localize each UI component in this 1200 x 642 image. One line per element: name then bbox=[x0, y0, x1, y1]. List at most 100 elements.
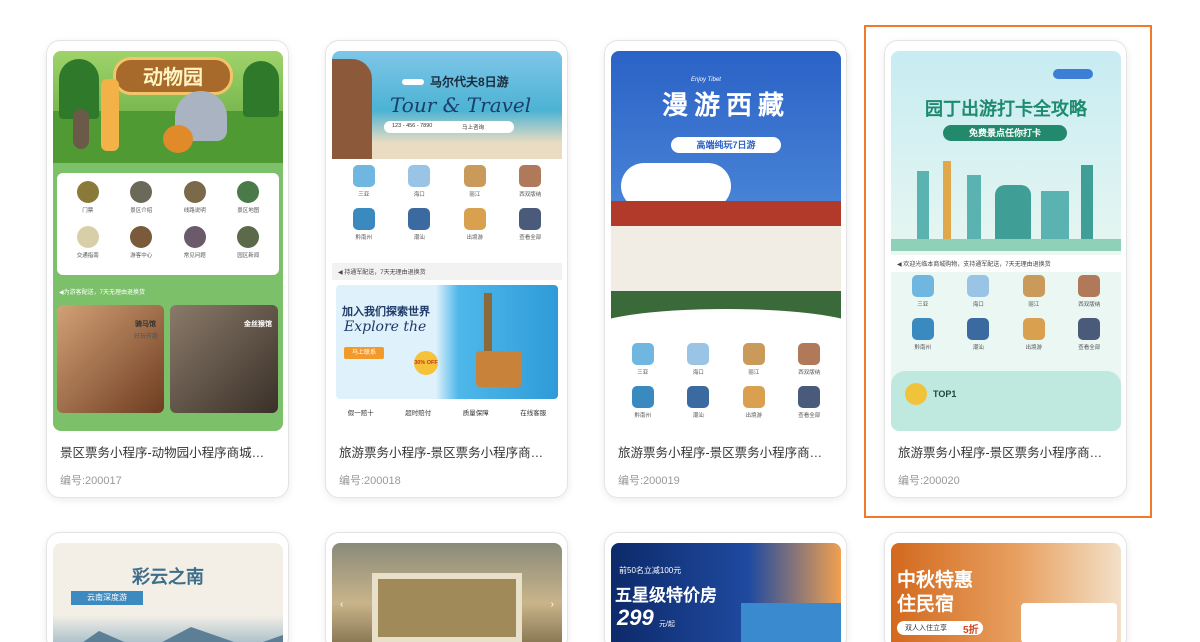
destination-sanya[interactable]: 三亚 bbox=[620, 343, 666, 376]
destination-outbound[interactable]: 出境游 bbox=[452, 208, 498, 241]
template-card-museum[interactable]: ‹ › bbox=[325, 532, 568, 642]
haikou-icon bbox=[687, 343, 710, 365]
arrow-left-icon[interactable]: ‹ bbox=[340, 599, 343, 610]
map-icon bbox=[237, 181, 260, 203]
banner-title: 马尔代夫8日游 bbox=[430, 75, 509, 89]
banner-price: 299 bbox=[617, 605, 654, 630]
destination-lijiang[interactable]: 丽江 bbox=[452, 165, 498, 198]
promo-title: 加入我们探索世界 bbox=[342, 306, 430, 318]
template-card-homestay[interactable]: 中秋特惠 住民宿 双人入住立享 5折 bbox=[884, 532, 1127, 642]
chaoshan-icon bbox=[408, 208, 431, 230]
destination-xishuangbanna[interactable]: 西双版纳 bbox=[507, 165, 553, 198]
banner-script: Tour & Travel bbox=[390, 93, 532, 117]
template-title[interactable]: 旅游票务小程序-景区票务小程序商城模板 bbox=[618, 442, 833, 461]
promo-banner[interactable]: 加入我们探索世界 Explore the 马上联系 30% OFF bbox=[336, 285, 558, 399]
qiannan-icon bbox=[352, 208, 375, 230]
guarantee-quality: 质量保障 bbox=[462, 410, 489, 417]
guarantee-timeout: 超时赔付 bbox=[405, 410, 432, 417]
banner-discount: 5折 bbox=[963, 625, 979, 636]
bed-illustration bbox=[1021, 603, 1117, 642]
destination-qiannan[interactable]: 黔南州 bbox=[341, 208, 387, 241]
category-faq[interactable]: 常见问题 bbox=[172, 226, 218, 259]
template-preview: Enjoy Tibet 漫游西藏 高端纯玩7日游 三亚 海口 丽江 西双版纳 黔… bbox=[611, 51, 841, 431]
view-all-icon bbox=[519, 208, 542, 230]
outbound-icon bbox=[742, 386, 765, 408]
destination-qiannan[interactable]: 黔南州 bbox=[620, 386, 666, 419]
category-ticket[interactable]: 门票 bbox=[65, 181, 111, 214]
cliff-illustration bbox=[332, 59, 372, 159]
xishuangbanna-icon bbox=[798, 343, 821, 365]
banner-title: 中秋特惠 bbox=[897, 570, 974, 591]
arrow-right-icon[interactable]: › bbox=[551, 599, 554, 610]
maldives-banner: 马尔代夫8日游 Tour & Travel 123 - 456 - 7890 马… bbox=[332, 51, 562, 159]
template-card-200017[interactable]: 动物园 门票 景区介绍 线路说明 景区地图 交通指南 游客中心 常见问题 园区新… bbox=[46, 40, 289, 498]
destination-haikou[interactable]: 海口 bbox=[396, 165, 442, 198]
destination-all[interactable]: 查看全部 bbox=[786, 386, 832, 419]
template-preview: 动物园 门票 景区介绍 线路说明 景区地图 交通指南 游客中心 常见问题 园区新… bbox=[53, 51, 283, 431]
animal-name: 金丝猴馆 bbox=[244, 321, 272, 328]
template-title[interactable]: 旅游票务小程序-景区票务小程序商城模板 bbox=[339, 442, 554, 461]
destination-chaoshan[interactable]: 潮汕 bbox=[396, 208, 442, 241]
category-route[interactable]: 线路说明 bbox=[172, 181, 218, 214]
gallery-illustration bbox=[372, 573, 522, 642]
template-title[interactable]: 景区票务小程序-动物园小程序商城模板 bbox=[60, 442, 275, 461]
ticket-icon bbox=[76, 181, 99, 203]
destination-haikou[interactable]: 海口 bbox=[675, 343, 721, 376]
intro-icon bbox=[130, 181, 153, 203]
template-card-yunnan[interactable]: 彩云之南 云南深度游 bbox=[46, 532, 289, 642]
category-news[interactable]: 园区新闻 bbox=[225, 226, 271, 259]
banner-title: 漫游西藏 bbox=[661, 91, 790, 121]
template-preview: 彩云之南 云南深度游 bbox=[53, 543, 283, 642]
guarantee-fake: 假一赔十 bbox=[347, 410, 374, 417]
template-card-200019[interactable]: Enjoy Tibet 漫游西藏 高端纯玩7日游 三亚 海口 丽江 西双版纳 黔… bbox=[604, 40, 847, 498]
notice-bar: ◀为游客配送，7天无理由退换货 bbox=[53, 283, 283, 300]
view-all-icon bbox=[798, 386, 821, 408]
mountain-illustration bbox=[53, 627, 283, 642]
banner-sub: 云南深度游 bbox=[71, 591, 143, 605]
xishuangbanna-icon bbox=[519, 165, 542, 187]
banner-cta[interactable]: 马上咨询 bbox=[462, 123, 484, 131]
promo-script: Explore the bbox=[344, 319, 427, 335]
animal-card-horse[interactable]: 骑马馆 好玩有趣 bbox=[57, 305, 164, 413]
banner-phone: 123 - 456 - 7890 bbox=[392, 123, 433, 129]
banner-sub: 双人入住立享 bbox=[905, 625, 947, 632]
banner-sub: 高端纯玩7日游 bbox=[671, 137, 781, 153]
template-card-hotel[interactable]: 前50名立减100元 五星级特价房 299 元/起 bbox=[604, 532, 847, 642]
potala-palace-illustration bbox=[611, 201, 841, 301]
destination-outbound[interactable]: 出境游 bbox=[731, 386, 777, 419]
banner-title: 五星级特价房 bbox=[615, 586, 717, 605]
qiannan-icon bbox=[631, 386, 654, 408]
animal-card-monkey[interactable]: 金丝猴馆 bbox=[170, 305, 278, 413]
destination-lijiang[interactable]: 丽江 bbox=[731, 343, 777, 376]
sanya-icon bbox=[352, 165, 375, 187]
guarantee-bar: 假一赔十 超时赔付 质量保障 在线客服 bbox=[332, 407, 562, 417]
selected-card-highlight bbox=[864, 25, 1152, 518]
category-map[interactable]: 景区地图 bbox=[225, 181, 271, 214]
template-preview: 马尔代夫8日游 Tour & Travel 123 - 456 - 7890 马… bbox=[332, 51, 562, 431]
discount-badge: 30% OFF bbox=[414, 351, 438, 375]
destination-sanya[interactable]: 三亚 bbox=[341, 165, 387, 198]
lijiang-icon bbox=[742, 343, 765, 365]
template-code: 编号:200017 bbox=[60, 475, 122, 487]
banner-title2: 住民宿 bbox=[897, 594, 955, 615]
suitcase-illustration bbox=[476, 351, 522, 387]
destination-xishuangbanna[interactable]: 西双版纳 bbox=[786, 343, 832, 376]
chaoshan-icon bbox=[687, 386, 710, 408]
haikou-icon bbox=[408, 165, 431, 187]
animal-desc: 好玩有趣 bbox=[133, 334, 158, 340]
news-icon bbox=[237, 226, 260, 248]
destination-chaoshan[interactable]: 潮汕 bbox=[675, 386, 721, 419]
destination-all[interactable]: 查看全部 bbox=[507, 208, 553, 241]
category-intro[interactable]: 景区介绍 bbox=[118, 181, 164, 214]
lion-illustration bbox=[163, 125, 193, 153]
banner-tag: Enjoy Tibet bbox=[691, 77, 721, 83]
template-preview: 中秋特惠 住民宿 双人入住立享 5折 bbox=[891, 543, 1121, 642]
promo-button[interactable]: 马上联系 bbox=[344, 347, 384, 359]
category-traffic[interactable]: 交通指南 bbox=[65, 226, 111, 259]
giraffe-illustration bbox=[101, 79, 119, 151]
template-card-200018[interactable]: 马尔代夫8日游 Tour & Travel 123 - 456 - 7890 马… bbox=[325, 40, 568, 498]
ostrich-illustration bbox=[73, 109, 89, 149]
guarantee-service: 在线客服 bbox=[520, 410, 547, 417]
outbound-icon bbox=[463, 208, 486, 230]
category-visitor[interactable]: 游客中心 bbox=[118, 226, 164, 259]
